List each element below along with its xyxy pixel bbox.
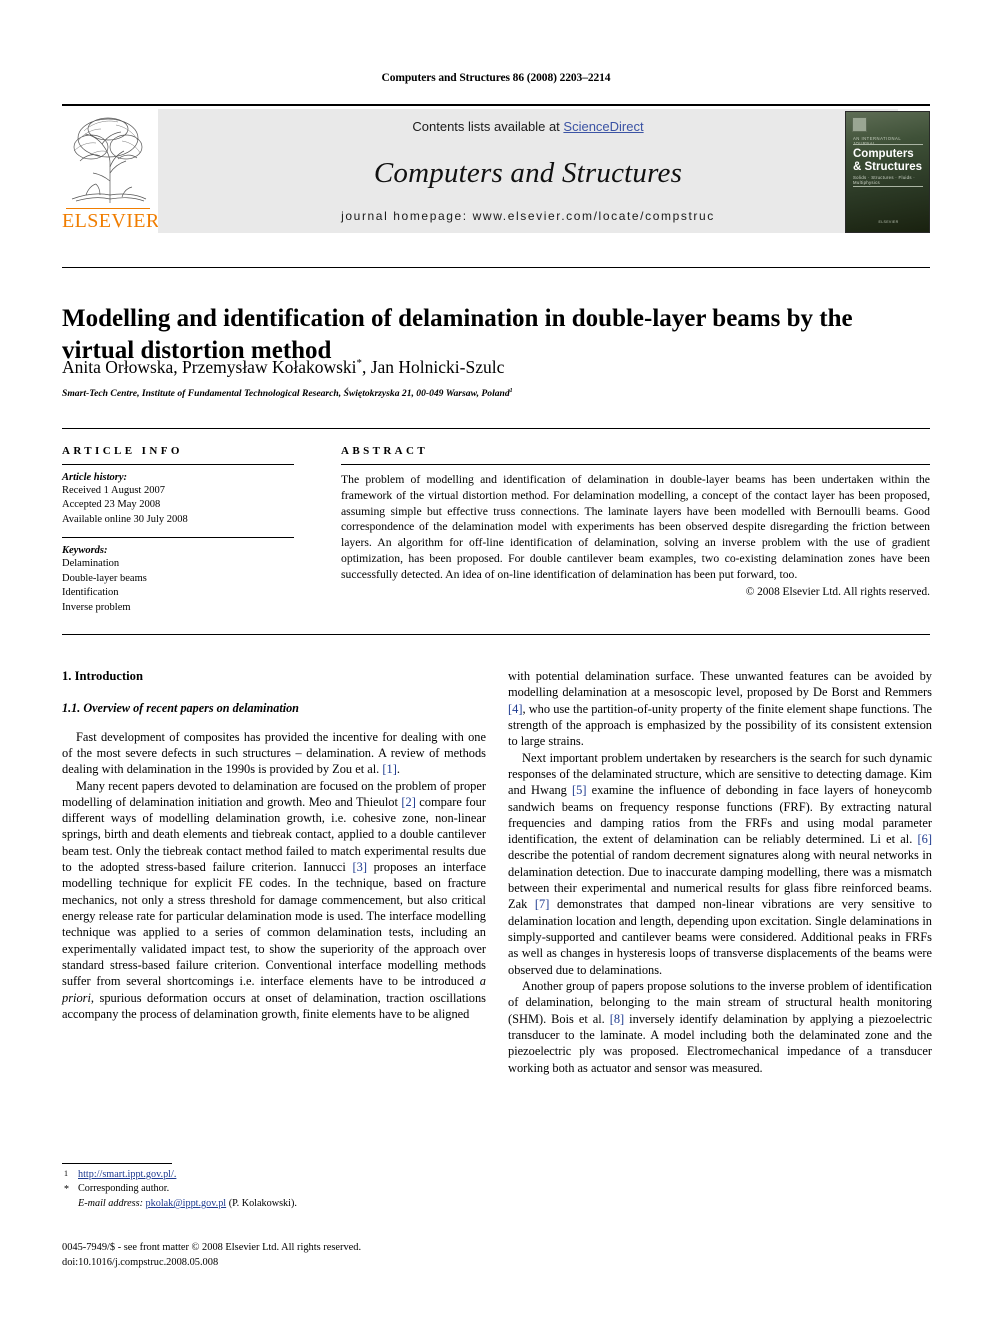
footnote-mark-1: 1 [64,1169,68,1178]
abstract-heading: ABSTRACT [341,445,429,457]
reference-link[interactable]: [3] [353,860,367,874]
article-info-heading: ARTICLE INFO [62,445,183,457]
cover-elsevier-icon [852,117,867,132]
smart-website-link[interactable]: http://smart.ippt.gov.pl/. [78,1169,176,1180]
corresponding-author-mark: * [356,357,362,370]
reference-link[interactable]: [7] [535,897,549,911]
cover-rule-top [853,144,923,145]
footnote-mark-asterisk: * [64,1184,69,1196]
corresponding-author-label: Corresponding author. [78,1183,170,1195]
footnote-divider [62,1163,172,1164]
elsevier-logo: ELSEVIER [62,109,160,233]
journal-masthead: ELSEVIER Contents lists available at Sci… [62,104,930,236]
reference-link[interactable]: [5] [572,783,586,797]
paragraph: Next important problem undertaken by res… [508,750,933,977]
article-history-label: Article history: [62,472,128,483]
info-divider-top [62,428,930,429]
cover-title-line2: & Structures [853,160,923,173]
reference-link[interactable]: [6] [918,832,932,846]
journal-cover-thumbnail[interactable]: AN INTERNATIONAL JOURNAL Computers & Stru… [845,111,930,233]
email-owner: (P. Kolakowski). [228,1197,297,1209]
running-head: Computers and Structures 86 (2008) 2203–… [381,72,611,84]
cover-title: Computers & Structures [853,148,927,174]
abstract-copyright: © 2008 Elsevier Ltd. All rights reserved… [745,585,930,598]
journal-homepage-line[interactable]: journal homepage: www.elsevier.com/locat… [158,209,898,223]
subsection-heading-overview: 1.1. Overview of recent papers on delami… [62,700,299,715]
reference-link[interactable]: [2] [401,795,415,809]
paragraph: Another group of papers propose solution… [508,978,932,1075]
article-info-rule [62,464,294,465]
keyword-item: Identification [62,587,119,599]
author-list: Anita Orłowska, Przemysław Kołakowski*, … [62,357,930,378]
elsevier-wordmark: ELSEVIER [62,210,160,232]
abstract-column: ABSTRACT The problem of modelling and id… [341,445,930,598]
imprint-block: 0045-7949/$ - see front matter © 2008 El… [62,1240,562,1270]
paragraph: Many recent papers devoted to delaminati… [62,778,486,1021]
reference-link[interactable]: [8] [610,1012,624,1026]
article-history-received: Received 1 August 2007 [62,485,165,496]
author-names: Anita Orłowska, Przemysław Kołakowski*, … [62,357,505,377]
keywords-rule [62,537,294,539]
contents-band: Contents lists available at ScienceDirec… [158,109,898,233]
article-page: Computers and Structures 86 (2008) 2203–… [0,0,992,1323]
issn-copyright-line: 0045-7949/$ - see front matter © 2008 El… [62,1242,362,1253]
article-history-accepted: Accepted 23 May 2008 [62,499,161,511]
keyword-item: Delamination [62,558,120,570]
paragraph: with potential delamination surface. The… [508,669,932,749]
journal-title: Computers and Structures [373,157,683,189]
article-info-column: ARTICLE INFO Article history: Received 1… [62,445,294,615]
section-heading-introduction: 1. Introduction [62,669,143,683]
abstract-body: The problem of modelling and identificat… [341,473,930,581]
title-divider [62,267,930,268]
contents-prefix-text: Contents lists available at [412,119,564,134]
reference-link[interactable]: [4] [508,702,522,716]
keyword-item: Double-layer beams [62,572,147,584]
paragraph: Fast development of composites has provi… [62,729,486,777]
sciencedirect-link[interactable]: ScienceDirect [563,119,643,134]
email-address-label: E-mail address: [78,1197,143,1209]
contents-available-line: Contents lists available at ScienceDirec… [158,119,898,134]
elsevier-tree-icon [66,111,150,209]
reference-link[interactable]: [1] [382,762,396,776]
keywords-label: Keywords: [62,545,108,557]
cover-subtitle: Solids · Structures · Fluids · Multiphys… [853,175,916,185]
elsevier-logo-rule [66,208,150,209]
cover-rule-bottom [853,186,923,187]
abstract-rule [341,464,930,465]
footnote-corresponding-author: * Corresponding author. E-mail address: … [62,1182,486,1211]
footnote-website: 1 http://smart.ippt.gov.pl/. [62,1168,486,1182]
body-column-right: with potential delamination surface. The… [508,668,932,1076]
body-column-left: 1. Introduction 1.1. Overview of recent … [62,668,486,1022]
affiliation: Smart-Tech Centre, Institute of Fundamen… [62,388,930,399]
info-divider-bottom [62,634,930,635]
article-history-available: Available online 30 July 2008 [62,513,188,525]
email-link[interactable]: pkolak@ippt.gov.pl [146,1198,227,1209]
affiliation-footnote-mark: 1 [509,387,513,394]
affiliation-text: Smart-Tech Centre, Institute of Fundamen… [62,388,510,399]
footnote-block: 1 http://smart.ippt.gov.pl/. * Correspon… [62,1168,486,1211]
cover-title-line1: Computers [853,148,914,160]
keyword-item: Inverse problem [62,601,131,613]
cover-footer: ELSEVIER [878,220,899,224]
doi-line: doi:10.1016/j.compstruc.2008.05.008 [62,1257,219,1269]
